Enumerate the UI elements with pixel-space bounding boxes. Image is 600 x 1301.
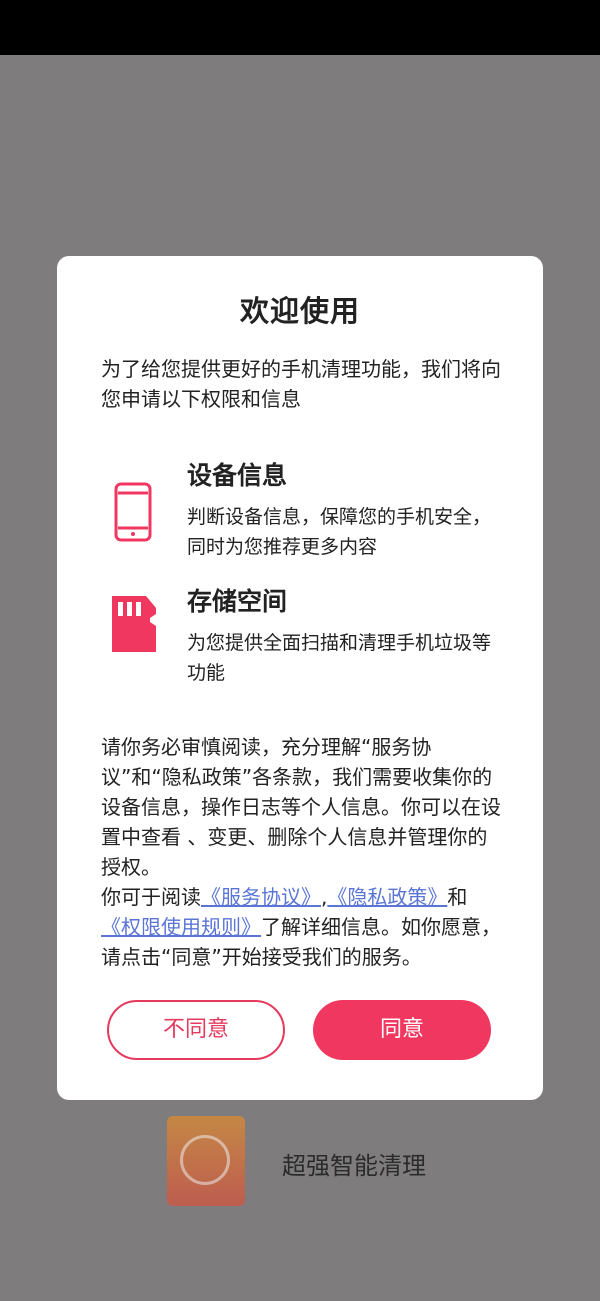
app-logo <box>167 1116 245 1206</box>
notice-text: 和 <box>447 885 468 909</box>
sd-card-icon <box>112 596 156 652</box>
permission-desc: 判断设备信息，保障您的手机安全，同时为您推荐更多内容 <box>187 506 492 558</box>
privacy-notice: 请你务必审慎阅读，充分理解“服务协议”和“隐私政策”各条款，我们需要收集你的设备… <box>101 732 505 972</box>
dialog-title: 欢迎使用 <box>239 294 360 328</box>
permission-title: 存储空间 <box>187 587 288 616</box>
permission-rules-link[interactable]: 《权限使用规则》 <box>101 915 261 939</box>
app-name: 超强智能清理 <box>282 1152 426 1180</box>
service-agreement-link[interactable]: 《服务协议》 <box>201 885 321 909</box>
agree-button[interactable]: 同意 <box>313 1000 491 1060</box>
permission-desc: 为您提供全面扫描和清理手机垃圾等功能 <box>187 632 492 684</box>
notice-text: 你可于阅读 <box>101 885 201 909</box>
phone-icon <box>114 482 152 542</box>
rocket-icon <box>180 1135 230 1185</box>
privacy-policy-link[interactable]: 《隐私政策》 <box>327 885 447 909</box>
permission-title: 设备信息 <box>187 461 288 490</box>
notice-links-paragraph: 你可于阅读《服务协议》,《隐私政策》和《权限使用规则》了解详细信息。如你愿意，请… <box>101 882 505 972</box>
status-bar <box>0 0 600 55</box>
dialog-intro: 为了给您提供更好的手机清理功能，我们将向您申请以下权限和信息 <box>101 357 501 411</box>
disagree-button[interactable]: 不同意 <box>107 1000 285 1060</box>
notice-paragraph: 请你务必审慎阅读，充分理解“服务协议”和“隐私政策”各条款，我们需要收集你的设备… <box>101 735 501 879</box>
welcome-dialog: 欢迎使用 为了给您提供更好的手机清理功能，我们将向您申请以下权限和信息 设备信息… <box>57 256 543 1100</box>
